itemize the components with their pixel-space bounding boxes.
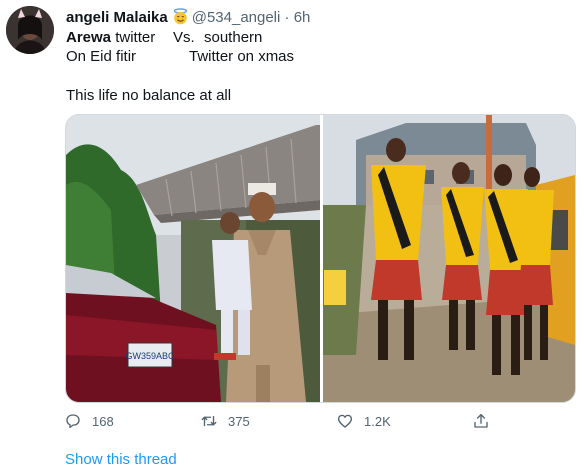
separator: · [284, 9, 290, 26]
text-vs: Vs. [173, 29, 195, 46]
reply-button[interactable]: 168 [64, 412, 114, 430]
tweet-text-line-3: This life no balance at all [66, 87, 232, 104]
share-button[interactable] [472, 412, 500, 430]
text-southern: southern [204, 29, 263, 46]
avatar-image [6, 6, 54, 54]
smiling-face-with-halo-icon [172, 8, 189, 25]
tweet-header: angeli Malaika @534_angeli · 6h [66, 8, 310, 27]
text-bold-word: Arewa [66, 29, 112, 46]
tweet-text-line-2: On Eid fitir [66, 48, 137, 65]
tweet-text-line-1: Arewa twitter [66, 28, 155, 48]
share-icon [474, 413, 488, 428]
timestamp[interactable]: 6h [294, 9, 311, 26]
text-fragment: twitter [111, 29, 156, 46]
avatar[interactable] [6, 6, 54, 54]
display-name[interactable]: angeli Malaika [66, 9, 168, 26]
text-twitter-on-xmas: Twitter on xmas [189, 48, 295, 65]
action-bar: 168 375 1.2K [64, 412, 504, 432]
reply-icon [66, 414, 80, 429]
retweet-icon [201, 415, 217, 427]
retweet-button[interactable]: 375 [200, 412, 250, 430]
like-count: 1.2K [364, 413, 391, 429]
reply-count: 168 [92, 413, 114, 429]
like-button[interactable]: 1.2K [336, 412, 391, 430]
photo-eid[interactable]: GW359ABC [66, 115, 320, 402]
like-icon [337, 414, 353, 428]
photo-xmas[interactable] [323, 115, 575, 402]
handle[interactable]: @534_angeli [192, 9, 281, 26]
retweet-count: 375 [228, 413, 250, 429]
tweet[interactable]: angeli Malaika @534_angeli · 6h Arewa twi… [0, 0, 584, 474]
license-plate: GW359ABC [125, 351, 175, 361]
show-thread-link[interactable]: Show this thread [65, 451, 177, 468]
tweet-media[interactable]: GW359ABC [65, 114, 576, 403]
